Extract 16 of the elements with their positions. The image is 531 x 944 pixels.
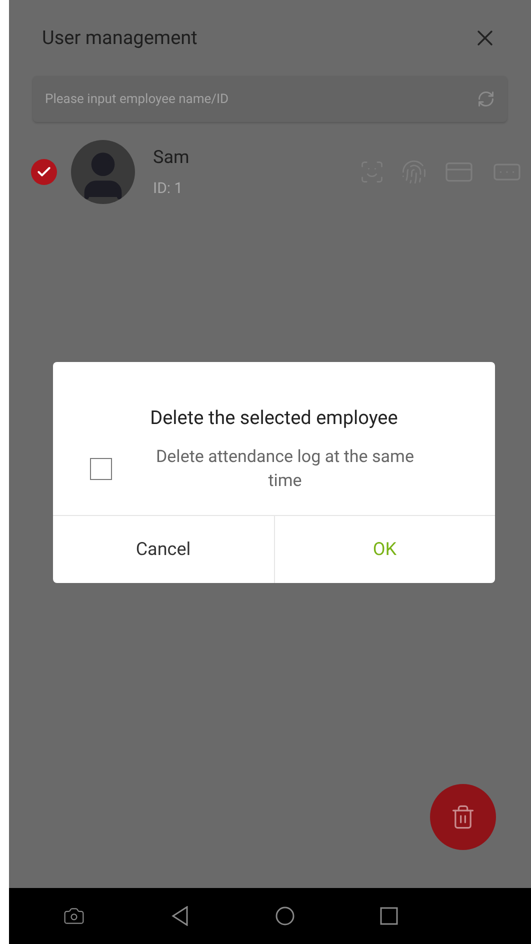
trash-icon xyxy=(450,804,476,830)
search-field[interactable]: Please input employee name/ID xyxy=(33,76,507,122)
home-icon[interactable] xyxy=(274,906,295,926)
selection-check[interactable] xyxy=(31,159,57,185)
page-title: User management xyxy=(42,24,198,51)
employee-row[interactable]: Sam ID: 1 xyxy=(9,122,531,222)
employee-id: ID: 1 xyxy=(153,178,184,200)
checkbox[interactable] xyxy=(90,458,112,480)
employee-name: Sam xyxy=(153,146,190,170)
checkbox-label: Delete attendance log at the same time xyxy=(155,446,415,492)
dialog-title: Delete the selected employee xyxy=(149,405,399,431)
recents-icon[interactable] xyxy=(380,907,398,925)
camera-icon[interactable] xyxy=(62,905,86,927)
ok-button[interactable]: OK xyxy=(274,516,495,582)
back-icon[interactable] xyxy=(171,906,190,926)
cancel-button[interactable]: Cancel xyxy=(53,516,274,582)
